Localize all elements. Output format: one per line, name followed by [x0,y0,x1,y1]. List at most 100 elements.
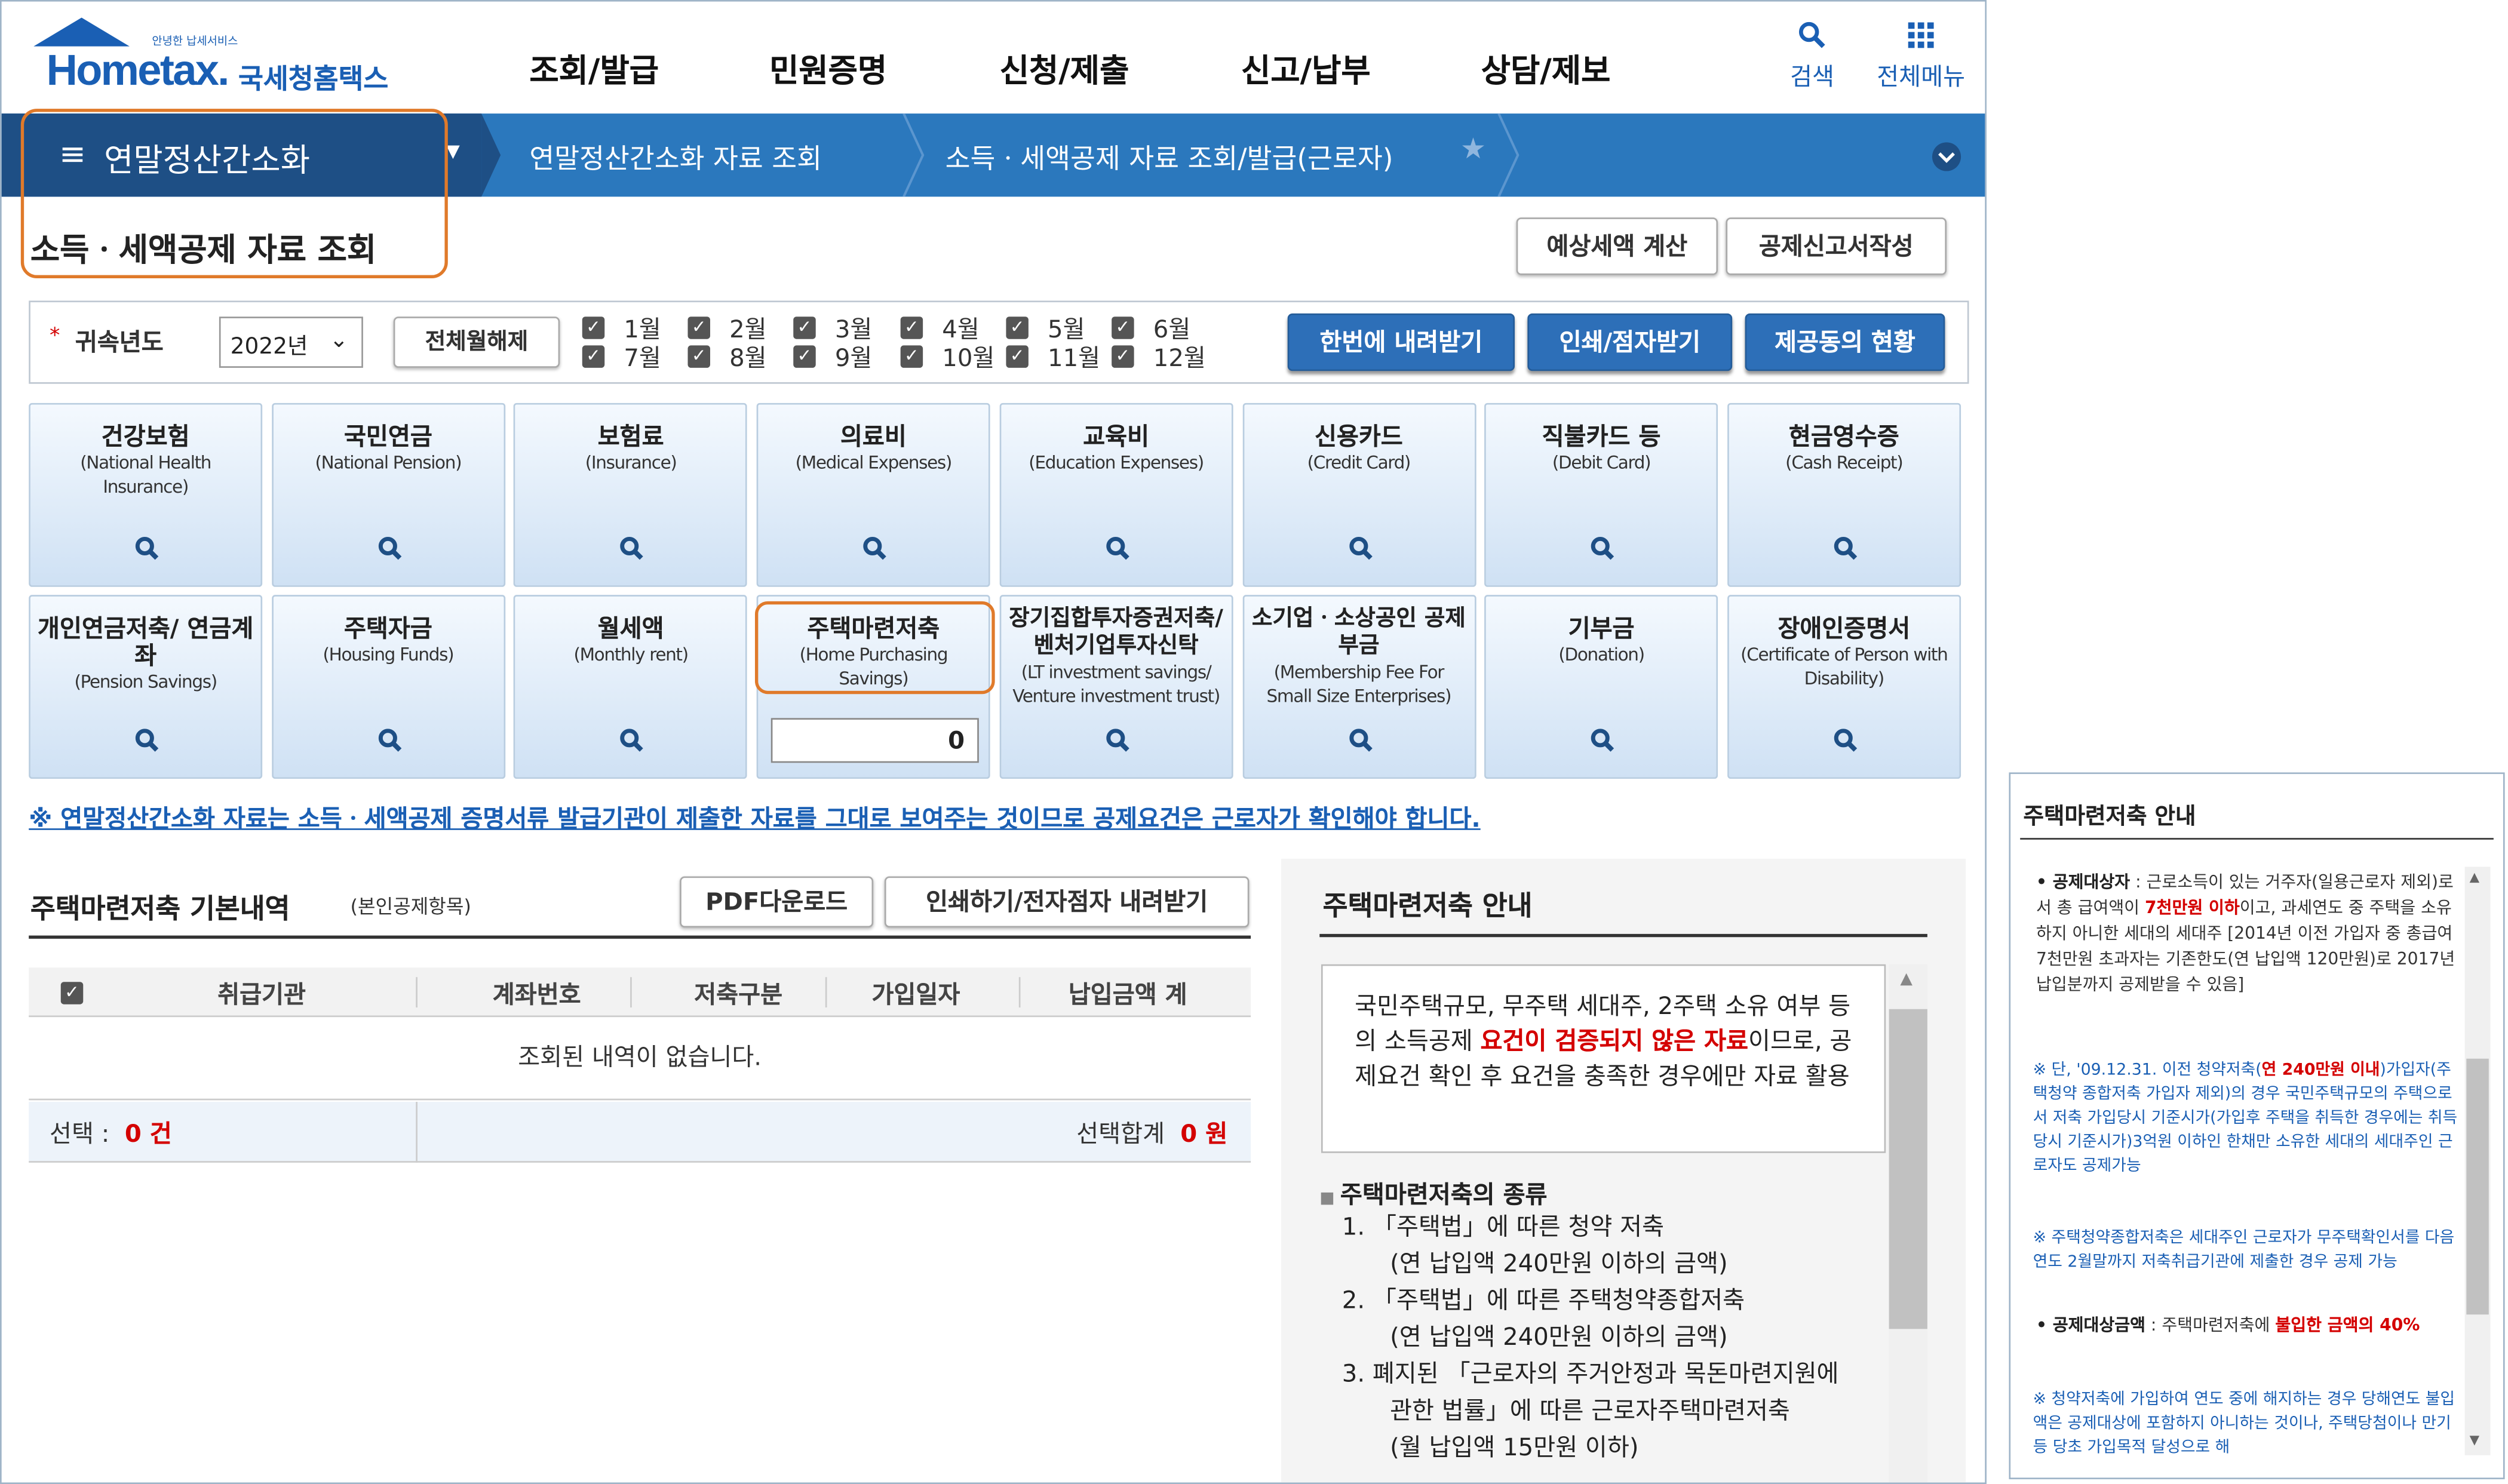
year-select[interactable]: 2022년 ⌄ [219,317,363,368]
deduction-card[interactable]: 기부금 (Donation) [1484,595,1718,779]
print-braille-button[interactable]: 인쇄/점자받기 [1527,313,1733,371]
month-checkbox[interactable]: ✓ [582,317,605,339]
month-checkbox[interactable]: ✓ [1006,345,1029,368]
month-checkbox[interactable]: ✓ [1112,317,1134,339]
col-join-date: 가입일자 [871,980,960,1009]
breadcrumb-separator-icon [902,113,925,197]
magnifier-icon[interactable] [1103,726,1132,755]
magnifier-icon[interactable] [1589,534,1617,563]
deduction-card[interactable]: 건강보험 (National Health Insurance) [29,403,263,587]
chevron-down-icon: ⌄ [329,327,349,354]
required-mark: * [50,324,60,349]
month-label: 12월 [1153,343,1206,373]
deduction-card[interactable]: 교육비 (Education Expenses) [999,403,1233,587]
savings-amount-field[interactable]: 0 [770,718,980,763]
month-checkbox[interactable]: ✓ [793,317,816,339]
card-subtitle: (Debit Card) [1552,452,1651,474]
deduction-card[interactable]: 주택자금 (Housing Funds) [271,595,505,779]
gnb-apply[interactable]: 신청/제출 [1000,45,1129,91]
magnifier-icon[interactable] [861,534,889,563]
month-checkbox[interactable]: ✓ [900,345,923,368]
month-checkbox[interactable]: ✓ [687,345,710,368]
clear-months-button[interactable]: 전체월해제 [393,317,560,368]
side-note-2: ※ 주택청약종합저축은 세대주인 근로자가 무주택확인서를 다음연도 2월말까지… [2033,1230,2455,1271]
deduction-card[interactable]: 개인연금저축/ 연금계좌 (Pension Savings) [29,595,263,779]
guide-kinds-title: ■ 주택마련저축의 종류 [1319,1180,1548,1209]
magnifier-icon[interactable] [618,534,647,563]
deduction-card[interactable]: 직불카드 등 (Debit Card) [1484,403,1718,587]
col-divider [1018,977,1021,1008]
deduction-card[interactable]: 현금영수증 (Cash Receipt) [1727,403,1961,587]
card-subtitle: (Pension Savings) [74,671,217,693]
magnifier-icon[interactable] [375,534,404,563]
scroll-down-icon[interactable]: ▼ [2470,1433,2479,1447]
search-button[interactable]: 검색 [1777,21,1847,93]
side-scroll-thumb[interactable] [2466,1058,2489,1315]
table-header: ✓ 취급기관 계좌번호 저축구분 가입일자 납입금액 계 [29,967,1251,1018]
magnifier-icon[interactable] [375,726,404,755]
deduction-card[interactable]: 장애인증명서 (Certificate of Person with Disabi… [1727,595,1961,779]
magnifier-icon[interactable] [1346,726,1374,755]
hometax-logo[interactable]: 안녕한 납세서비스 Hometax. 국세청홈택스 [24,17,408,100]
magnifier-icon[interactable] [1831,534,1860,563]
magnifier-icon[interactable] [133,726,161,755]
side-scrollbar[interactable]: ▲ ▼ [2464,867,2491,1455]
card-subtitle: (National Pension) [315,452,462,474]
scroll-up-icon[interactable]: ▲ [2470,870,2479,884]
deduction-card[interactable]: 국민연금 (National Pension) [271,403,505,587]
gnb-certificates[interactable]: 민원증명 [769,45,887,91]
month-checkbox[interactable]: ✓ [793,345,816,368]
gnb-report[interactable]: 신고/납부 [1241,45,1371,91]
download-all-button[interactable]: 한번에 내려받기 [1287,313,1515,371]
magnifier-icon[interactable] [1346,534,1374,563]
scroll-up-icon[interactable]: ▲ [1900,970,1913,988]
deduction-card[interactable]: 월세액 (Monthly rent) [514,595,748,779]
card-subtitle: (LT investment savings/ Venture investme… [1012,662,1220,707]
month-label: 11월 [1048,343,1101,373]
magnifier-icon[interactable] [133,534,161,563]
consent-status-button[interactable]: 제공동의 현황 [1745,313,1945,371]
card-subtitle: (Certificate of Person with Disability) [1740,644,1948,690]
month-checkbox[interactable]: ✓ [1006,317,1029,339]
guide-scroll-thumb[interactable] [1889,1009,1927,1329]
card-title: 주택자금 [343,614,432,643]
favorite-star-icon[interactable]: ★ [1460,133,1486,166]
magnifier-icon[interactable] [1831,726,1860,755]
gnb-inquiry[interactable]: 조회/발급 [529,45,659,91]
print-download-button[interactable]: 인쇄하기/전자점자 내려받기 [884,876,1250,928]
month-checkbox[interactable]: ✓ [1112,345,1134,368]
grid-menu-icon [1908,22,1934,48]
col-divider [416,977,418,1008]
deduction-card[interactable]: 소기업ㆍ소상공인 공제부금 (Membership Fee For Small S… [1242,595,1476,779]
deduction-card[interactable]: 장기집합투자증권저축/ 벤처기업투자신탁 (LT investment savin… [999,595,1233,779]
guide-warning-box: 국민주택규모, 무주택 세대주, 2주택 소유 여부 등의 소득공제 요건이 검… [1321,964,1886,1153]
month-checkbox[interactable]: ✓ [687,317,710,339]
deduction-card[interactable]: 보험료 (Insurance) [514,403,748,587]
all-menu-button[interactable]: 전체메뉴 [1867,21,1975,93]
select-all-checkbox[interactable]: ✓ [60,982,84,1004]
expand-chevron-icon[interactable] [1930,141,1963,173]
card-title: 현금영수증 [1788,422,1899,451]
magnifier-icon[interactable] [1103,534,1132,563]
gnb-consult[interactable]: 상담/제보 [1481,45,1611,91]
guide-panel: 주택마련저축 안내 국민주택규모, 무주택 세대주, 2주택 소유 여부 등의 … [1281,859,1966,1483]
deduction-card[interactable]: 신용카드 (Credit Card) [1242,403,1476,587]
search-icon [1798,21,1825,48]
pdf-download-button[interactable]: PDF다운로드 [680,876,874,928]
guide-kind-line: 1. 「주택법」에 따른 청약 저축 [1342,1212,1665,1242]
month-checkbox[interactable]: ✓ [582,345,605,368]
magnifier-icon[interactable] [618,726,647,755]
breadcrumb-item-1[interactable]: 연말정산간소화 자료 조회 [529,136,822,176]
estimate-tax-button[interactable]: 예상세액 계산 [1516,217,1718,275]
magnifier-icon[interactable] [1589,726,1617,755]
logo-roof-icon [33,17,130,47]
card-title: 보험료 [597,422,664,451]
dropdown-caret-icon[interactable]: ▼ [446,141,460,162]
deduction-card[interactable]: 의료비 (Medical Expenses) [756,403,990,587]
breadcrumb-item-2[interactable]: 소득ㆍ세액공제 자료 조회/발급(근로자) [946,136,1393,176]
month-checkbox[interactable]: ✓ [900,317,923,339]
deduction-form-button[interactable]: 공제신고서작성 [1726,217,1947,275]
side-guide-panel: 주택마련저축 안내 • 공제대상자 : 근로소득이 있는 거주자(일용근로자 제… [2009,772,2505,1480]
guide-warning-text: 국민주택규모, 무주택 세대주, 2주택 소유 여부 등의 소득공제 요건이 검… [1355,991,1852,1091]
guide-scrollbar[interactable]: ▲ [1889,964,1927,1483]
